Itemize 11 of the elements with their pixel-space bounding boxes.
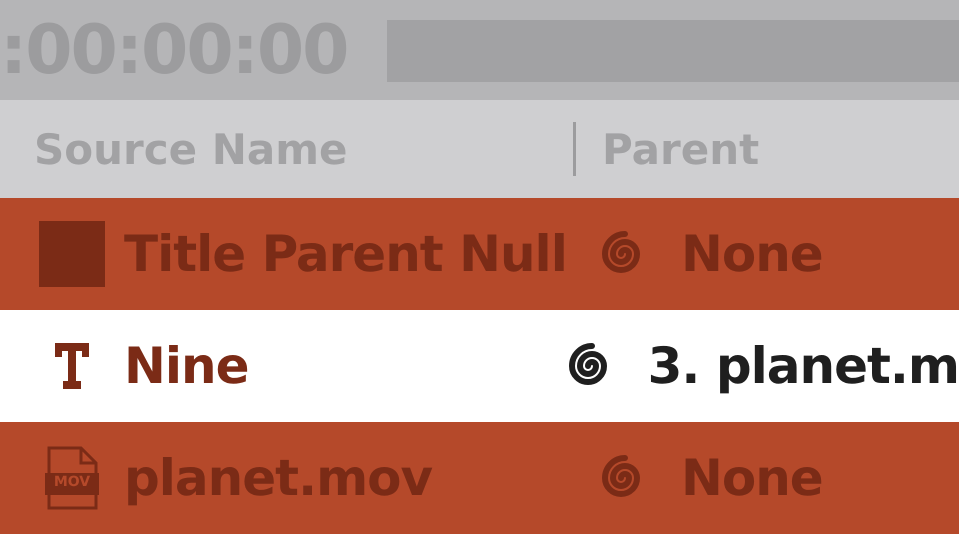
- layer-row[interactable]: Title Parent Null None: [0, 198, 959, 310]
- parent-value: None: [681, 449, 823, 507]
- parent-value: 3. planet.m: [648, 337, 959, 395]
- parent-value: None: [681, 225, 823, 283]
- text-layer-icon: [55, 343, 89, 389]
- layer-name: planet.mov: [124, 449, 432, 507]
- solid-layer-icon: [39, 221, 105, 287]
- file-icon: MOV: [45, 445, 99, 511]
- layer-row[interactable]: MOV planet.mov None: [0, 422, 959, 534]
- layer-name: Nine: [124, 337, 248, 395]
- layer-name: Title Parent Null: [124, 225, 567, 283]
